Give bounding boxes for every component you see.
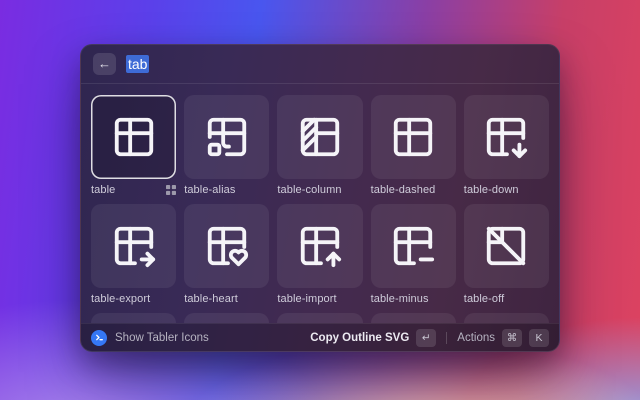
- grid-item-label: table-off: [464, 293, 504, 305]
- grid-item-partial[interactable]: [184, 313, 269, 323]
- k-key-icon: K: [529, 329, 549, 347]
- raycast-window: ← tab table table-alias table-column table-…: [80, 44, 560, 352]
- grid-cell-table-dashed: table-dashed: [371, 95, 456, 196]
- grid-item-label: table-down: [464, 184, 519, 196]
- primary-action-button[interactable]: Copy Outline SVG: [310, 332, 409, 344]
- grid-cell-table-alias: table-alias: [184, 95, 269, 196]
- grid-item-table-export[interactable]: [91, 204, 176, 288]
- table-heart-icon: [204, 223, 250, 269]
- grid-item-table-minus[interactable]: [371, 204, 456, 288]
- grid-item-partial[interactable]: [277, 313, 362, 323]
- footer-separator: [446, 332, 447, 344]
- grid-cell-partial: [277, 313, 362, 323]
- grid-item-partial[interactable]: [91, 313, 176, 323]
- grid-cell-table: table: [91, 95, 176, 196]
- actions-menu-button[interactable]: Actions: [457, 332, 495, 344]
- grid-cell-partial: [184, 313, 269, 323]
- search-bar: ← tab: [81, 45, 559, 83]
- table-minus-icon: [390, 223, 436, 269]
- grid-item-label: table-dashed: [371, 184, 436, 196]
- grid-cell-table-column: table-column: [277, 95, 362, 196]
- search-query-text: tab: [126, 55, 149, 73]
- grid-item-partial[interactable]: [464, 313, 549, 323]
- table-alias-icon: [204, 114, 250, 160]
- grid-item-label: table-column: [277, 184, 341, 196]
- grid-item-table-dashed[interactable]: [371, 95, 456, 179]
- grid-item-table-column[interactable]: [277, 95, 362, 179]
- grid-item-label: table-minus: [371, 293, 429, 305]
- back-button[interactable]: ←: [93, 53, 116, 75]
- arrow-left-icon: ←: [98, 56, 111, 71]
- results-area: table table-alias table-column table-dashed…: [81, 84, 559, 323]
- grid-cell-partial: [91, 313, 176, 323]
- grid-cell-table-off: table-off: [464, 204, 549, 305]
- grid-cell-table-down: table-down: [464, 95, 549, 196]
- table-down-icon: [483, 114, 529, 160]
- grid-accessory-icon: [166, 185, 176, 195]
- grid-item-label: table-alias: [184, 184, 235, 196]
- grid-cell-partial: [371, 313, 456, 323]
- grid-item-table-down[interactable]: [464, 95, 549, 179]
- grid-item-label: table-heart: [184, 293, 238, 305]
- grid-cell-partial: [464, 313, 549, 323]
- table-off-icon: [483, 223, 529, 269]
- grid-cell-table-heart: table-heart: [184, 204, 269, 305]
- table-column-icon: [297, 114, 343, 160]
- grid-item-label: table-export: [91, 293, 150, 305]
- grid-cell-table-minus: table-minus: [371, 204, 456, 305]
- cmd-key-icon: ⌘: [502, 329, 522, 347]
- tabler-logo-icon: [91, 330, 107, 346]
- extension-title: Show Tabler Icons: [115, 332, 209, 344]
- action-bar: Show Tabler Icons Copy Outline SVG ↵ Act…: [81, 323, 559, 351]
- grid-cell-table-export: table-export: [91, 204, 176, 305]
- grid-item-partial[interactable]: [371, 313, 456, 323]
- grid-cell-table-import: table-import: [277, 204, 362, 305]
- grid-item-label: table: [91, 184, 115, 196]
- grid-item-table-off[interactable]: [464, 204, 549, 288]
- grid-item-table-import[interactable]: [277, 204, 362, 288]
- return-key-icon: ↵: [416, 329, 436, 347]
- search-input[interactable]: tab: [126, 56, 149, 72]
- grid-item-table-alias[interactable]: [184, 95, 269, 179]
- grid-item-table[interactable]: [91, 95, 176, 179]
- table-export-icon: [111, 223, 157, 269]
- table-icon: [111, 114, 157, 160]
- grid-item-label: table-import: [277, 293, 336, 305]
- grid-item-table-heart[interactable]: [184, 204, 269, 288]
- table-dashed-icon: [390, 114, 436, 160]
- table-import-icon: [297, 223, 343, 269]
- icon-grid: table table-alias table-column table-dashed…: [91, 95, 549, 323]
